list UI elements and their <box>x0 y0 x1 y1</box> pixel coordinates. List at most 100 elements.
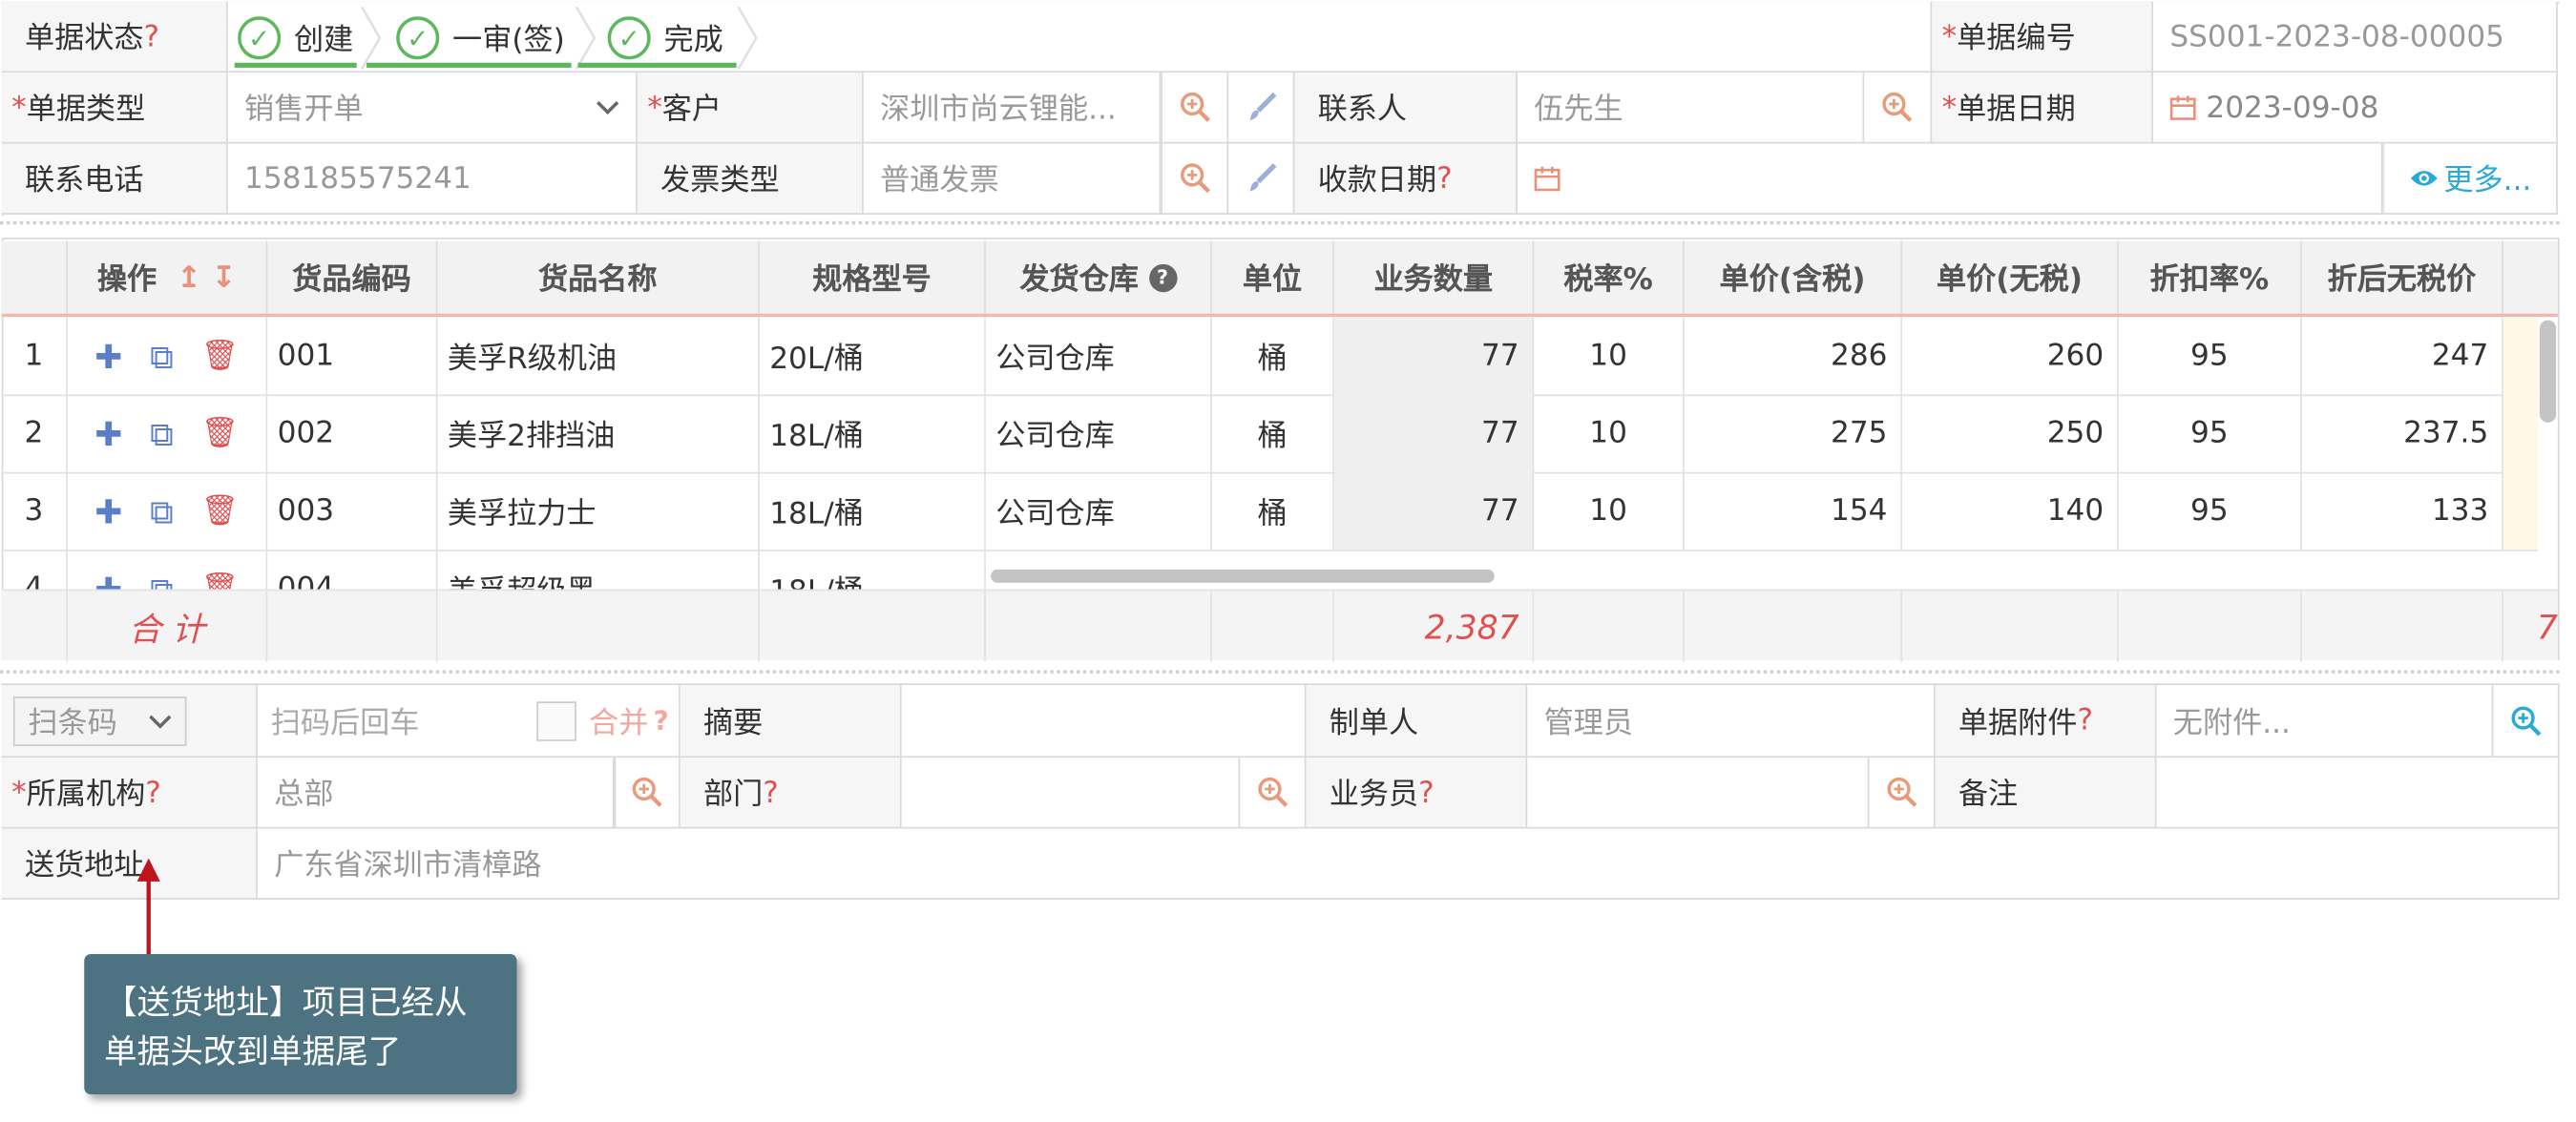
cell-tax[interactable]: 10 <box>1534 317 1685 395</box>
cell-discount[interactable]: 95 <box>2119 317 2302 395</box>
cell-warehouse[interactable]: 公司仓库 <box>986 394 1212 472</box>
col-name[interactable]: 货品名称 <box>437 240 760 314</box>
add-row-icon[interactable]: ✚ <box>94 569 122 590</box>
cell-after-discount[interactable]: 237.5 <box>2302 394 2503 472</box>
col-warehouse[interactable]: 发货仓库 ? <box>986 240 1212 314</box>
invoice-clear-button[interactable] <box>1226 143 1293 215</box>
col-spec[interactable]: 规格型号 <box>760 240 986 314</box>
cell-unit[interactable]: 桶 <box>1212 471 1334 551</box>
sort-up-icon[interactable]: ↥ <box>177 260 201 294</box>
attach-field[interactable]: 无附件... <box>2156 684 2494 758</box>
cell-name[interactable]: 美孚R级机油 <box>437 317 760 395</box>
customer-search-button[interactable] <box>1161 73 1227 144</box>
total-label: 合 计 <box>68 591 268 662</box>
cell-name[interactable]: 美孚2排挡油 <box>437 394 760 472</box>
more-link[interactable]: 更多... <box>2382 143 2558 215</box>
summary-field[interactable] <box>901 684 1307 758</box>
copy-row-icon[interactable]: ⧉ <box>150 413 174 453</box>
scan-select[interactable]: 扫条码 <box>12 696 187 746</box>
cell-price-net[interactable]: 260 <box>1902 317 2119 395</box>
add-row-icon[interactable]: ✚ <box>94 413 122 453</box>
merge-help-icon[interactable]: ? <box>654 705 669 737</box>
cell-code[interactable]: 001 <box>267 317 438 395</box>
cell-tax[interactable]: 10 <box>1534 471 1685 551</box>
copy-row-icon[interactable]: ⧉ <box>150 336 174 376</box>
copy-row-icon[interactable]: ⧉ <box>150 491 174 531</box>
invoice-search-button[interactable] <box>1161 143 1227 215</box>
cell-qty[interactable]: 77 <box>1333 394 1535 472</box>
col-discount[interactable]: 折扣率% <box>2119 240 2302 314</box>
receipt-date-field[interactable] <box>1517 143 2383 215</box>
dept-search-button[interactable] <box>1240 758 1307 829</box>
cell-spec[interactable]: 18L/桶 <box>760 550 986 590</box>
delete-row-icon[interactable]: 🗑 <box>201 571 240 590</box>
cell-price-tax[interactable]: 154 <box>1685 471 1903 551</box>
help-icon[interactable]: ? <box>1148 262 1177 292</box>
salesman-field[interactable] <box>1527 758 1870 829</box>
remark-field[interactable] <box>2156 758 2560 829</box>
horizontal-scrollbar[interactable] <box>991 569 1495 583</box>
phone-label: 联系电话 <box>1 143 228 215</box>
cell-price-tax[interactable]: 286 <box>1685 317 1903 395</box>
col-after-discount[interactable]: 折后无税价 <box>2302 240 2503 314</box>
cell-code[interactable]: 004 <box>267 550 438 590</box>
merge-checkbox[interactable] <box>535 700 576 740</box>
customer-clear-button[interactable] <box>1226 73 1293 144</box>
col-unit[interactable]: 单位 <box>1212 240 1334 314</box>
address-field[interactable]: 广东省深圳市清樟路 <box>257 828 2560 900</box>
cell-spec[interactable]: 18L/桶 <box>760 471 986 551</box>
search-plus-icon <box>632 777 662 807</box>
cell-code[interactable]: 002 <box>267 394 438 472</box>
sort-down-icon[interactable]: ↧ <box>211 260 236 294</box>
cell-tax[interactable]: 10 <box>1534 394 1685 472</box>
table-row[interactable]: 3 ✚ ⧉ 🗑 003 美孚拉力士 18L/桶 公司仓库 桶 77 10 154… <box>1 471 2539 551</box>
contact-field[interactable]: 伍先生 <box>1517 73 1865 144</box>
phone-field[interactable]: 158185575241 <box>227 143 638 215</box>
vertical-scrollbar[interactable] <box>2539 320 2557 423</box>
delete-row-icon[interactable]: 🗑 <box>201 339 240 373</box>
org-search-button[interactable] <box>614 758 681 829</box>
col-price-net[interactable]: 单价(无税) <box>1902 240 2119 314</box>
chevron-down-icon <box>149 714 172 728</box>
cell-name[interactable]: 美孚拉力士 <box>437 471 760 551</box>
col-qty[interactable]: 业务数量 <box>1334 240 1535 314</box>
col-tax[interactable]: 税率% <box>1534 240 1685 314</box>
cell-discount[interactable]: 95 <box>2119 394 2302 472</box>
cell-warehouse[interactable]: 公司仓库 <box>986 317 1212 395</box>
bill-date-field[interactable]: 2023-09-08 <box>2153 73 2558 144</box>
col-code[interactable]: 货品编码 <box>267 240 438 314</box>
delete-row-icon[interactable]: 🗑 <box>201 416 240 450</box>
cell-price-net[interactable]: 250 <box>1902 394 2119 472</box>
contact-search-button[interactable] <box>1864 73 1931 144</box>
col-price-tax[interactable]: 单价(含税) <box>1685 240 1903 314</box>
cell-after-discount[interactable]: 247 <box>2302 317 2503 395</box>
salesman-search-button[interactable] <box>1869 758 1936 829</box>
cell-price-tax[interactable]: 275 <box>1685 394 1903 472</box>
org-field[interactable]: 总部 <box>257 758 615 829</box>
cell-price-net[interactable]: 140 <box>1902 471 2119 551</box>
copy-row-icon[interactable]: ⧉ <box>150 569 174 590</box>
cell-spec[interactable]: 20L/桶 <box>760 317 986 395</box>
scan-input[interactable]: 扫码后回车 合并 ? <box>257 684 681 758</box>
cell-spec[interactable]: 18L/桶 <box>760 394 986 472</box>
dept-field[interactable] <box>901 758 1241 829</box>
cell-warehouse[interactable]: 公司仓库 <box>986 471 1212 551</box>
add-row-icon[interactable]: ✚ <box>94 336 122 376</box>
cell-name[interactable]: 美孚超级黑 <box>437 550 760 590</box>
table-row[interactable]: 1 ✚ ⧉ 🗑 001 美孚R级机油 20L/桶 公司仓库 桶 77 10 28… <box>1 317 2539 397</box>
cell-unit[interactable]: 桶 <box>1212 394 1334 472</box>
bill-no-field[interactable]: SS001-2023-08-00005 <box>2153 1 2558 73</box>
invoice-type-field[interactable]: 普通发票 <box>863 143 1162 215</box>
cell-qty[interactable]: 77 <box>1333 471 1535 551</box>
table-row[interactable]: 2 ✚ ⧉ 🗑 002 美孚2排挡油 18L/桶 公司仓库 桶 77 10 27… <box>1 394 2539 474</box>
bill-type-select[interactable]: 销售开单 <box>227 73 638 144</box>
cell-qty[interactable]: 77 <box>1333 317 1535 395</box>
cell-after-discount[interactable]: 133 <box>2302 471 2503 551</box>
attach-search-button[interactable] <box>2493 684 2560 758</box>
delete-row-icon[interactable]: 🗑 <box>201 493 240 528</box>
cell-code[interactable]: 003 <box>267 471 438 551</box>
add-row-icon[interactable]: ✚ <box>94 491 122 531</box>
customer-field[interactable]: 深圳市尚云锂能... <box>863 73 1162 144</box>
cell-unit[interactable]: 桶 <box>1212 317 1334 395</box>
cell-discount[interactable]: 95 <box>2119 471 2302 551</box>
